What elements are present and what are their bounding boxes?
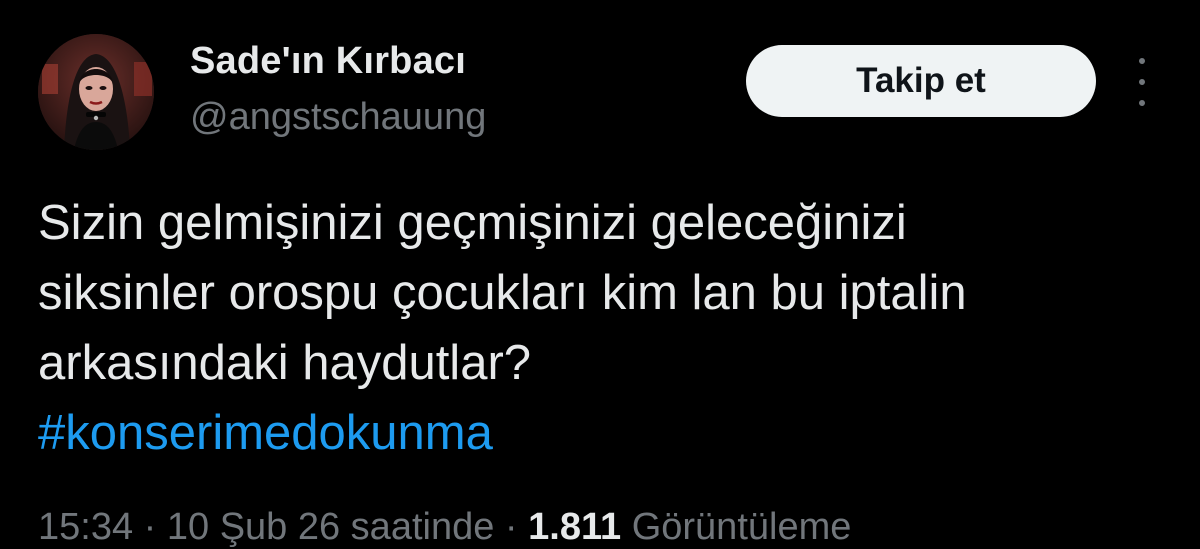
views-label: Görüntüleme	[631, 506, 852, 548]
follow-button-label: Takip et	[856, 61, 986, 100]
tweet-text-line: arkasındaki haydutlar?	[38, 336, 532, 390]
follow-button[interactable]: Takip et	[746, 45, 1096, 117]
tweet-text-line: Sizin gelmişinizi geçmişinizi geleceğini…	[38, 196, 907, 250]
display-name[interactable]: Sade'ın Kırbacı	[190, 40, 466, 83]
profile-photo-icon	[38, 34, 154, 150]
tweet-text-line: siksinler orospu çocukları kim lan bu ip…	[38, 266, 967, 320]
dot	[1139, 100, 1145, 106]
tweet-meta: 15:34 · 10 Şub 26 saatinde · 1.811 Görün…	[38, 506, 851, 549]
avatar[interactable]	[38, 34, 154, 150]
user-handle[interactable]: @angstschauung	[190, 96, 486, 139]
dot	[1139, 79, 1145, 85]
tweet: Sade'ın Kırbacı @angstschauung Takip et …	[0, 0, 1200, 548]
tweet-text: Sizin gelmişinizi geçmişinizi geleceğini…	[38, 188, 1178, 468]
timestamp[interactable]: 15:34 · 10 Şub 26 saatinde ·	[38, 506, 518, 548]
views-count: 1.811	[528, 506, 622, 548]
more-vertical-icon[interactable]	[1122, 58, 1162, 106]
dot	[1139, 58, 1145, 64]
hashtag-link[interactable]: #konserimedokunma	[38, 398, 1178, 468]
